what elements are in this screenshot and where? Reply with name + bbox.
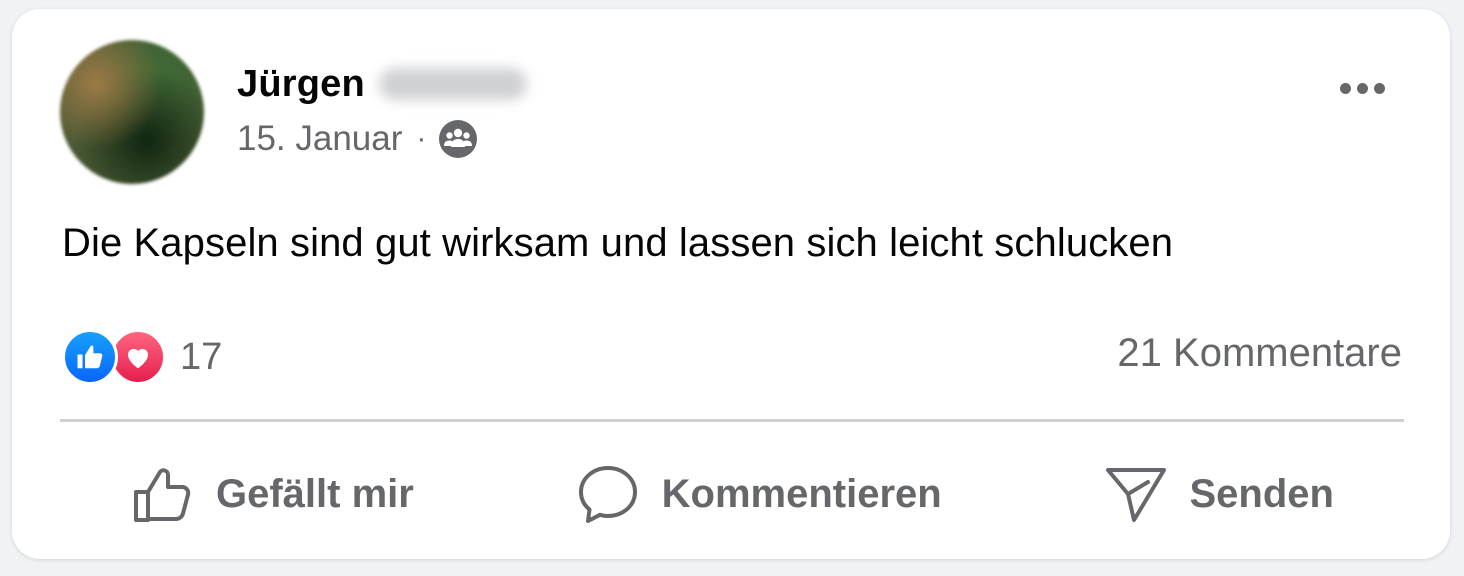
love-icon <box>110 329 166 385</box>
send-button[interactable]: Senden <box>1034 454 1404 534</box>
more-dot-icon <box>1356 82 1368 94</box>
more-dot-icon <box>1339 82 1351 94</box>
thumbs-up-icon <box>134 468 191 522</box>
like-button[interactable]: Gefällt mir <box>60 454 484 534</box>
avatar[interactable] <box>60 40 204 184</box>
comment-bubble-icon <box>578 466 637 523</box>
reactions-summary[interactable]: 17 <box>62 327 222 387</box>
redacted-surname <box>378 68 527 100</box>
comment-button-label: Kommentieren <box>661 471 942 516</box>
comments-count-link[interactable]: 21 Kommentare <box>1117 331 1402 376</box>
author-row: Jürgen <box>237 59 527 109</box>
post-text: Die Kapseln sind gut wirksam und lassen … <box>62 221 1174 265</box>
comment-button[interactable]: Kommentieren <box>506 454 1012 534</box>
like-button-label: Gefällt mir <box>216 471 414 516</box>
post-card: Jürgen 15. Januar · Die Kapseln sind gut… <box>12 9 1450 559</box>
meta-separator: · <box>416 122 427 155</box>
action-bar: Gefällt mir Kommentieren Senden <box>60 449 1404 539</box>
post-meta: 15. Januar · <box>237 117 478 161</box>
author-name[interactable]: Jürgen <box>237 63 365 106</box>
like-icon <box>62 329 118 385</box>
send-arrow-icon <box>1105 468 1166 522</box>
divider <box>60 419 1404 422</box>
group-icon[interactable] <box>438 119 478 159</box>
more-options-button[interactable] <box>1332 73 1392 103</box>
send-button-label: Senden <box>1189 471 1334 516</box>
reaction-count: 17 <box>180 335 223 378</box>
post-date[interactable]: 15. Januar <box>237 119 402 159</box>
more-dot-icon <box>1373 82 1385 94</box>
